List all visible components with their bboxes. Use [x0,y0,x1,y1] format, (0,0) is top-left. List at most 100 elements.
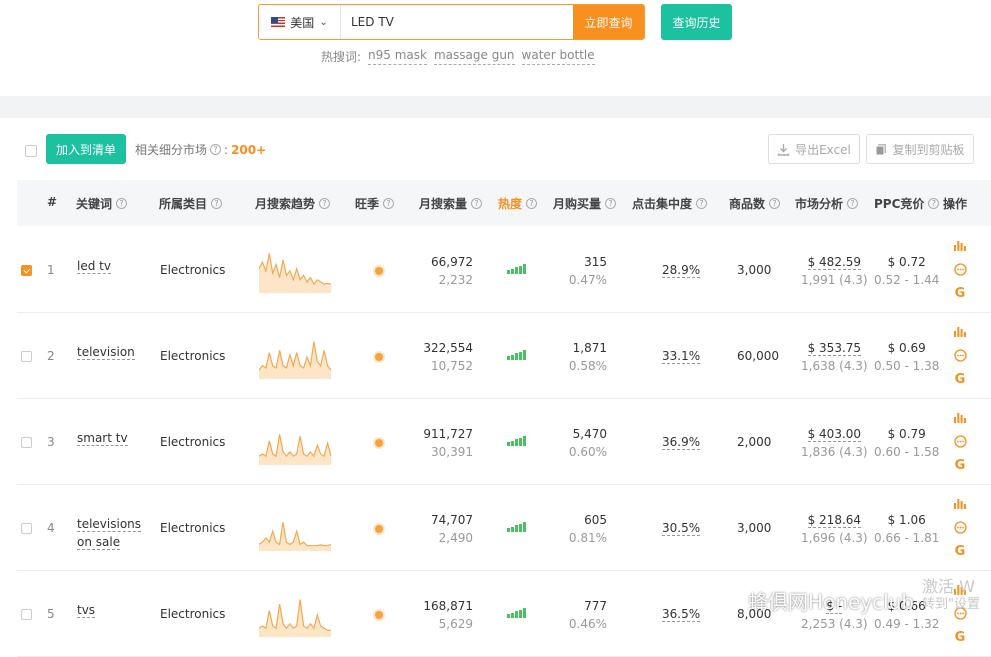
help-icon[interactable]: ? [319,198,331,209]
ppc-bid: $ 1.06 0.66 - 1.81 [874,513,939,545]
keyword-link[interactable]: televisions on sale [77,515,147,551]
google-icon[interactable]: G [953,629,967,645]
trend-sparkline[interactable] [259,335,331,379]
chart-icon[interactable] [953,237,967,253]
heat-bar [507,270,510,275]
chart-icon[interactable] [953,495,967,511]
export-excel-label: 导出Excel [795,142,851,157]
click-concentration[interactable]: 36.5% [662,607,701,622]
trend-sparkline[interactable] [259,507,331,551]
chart-icon[interactable] [953,409,967,425]
market-reviews: 1,638 (4.3) [801,359,868,373]
season-indicator-icon[interactable] [375,353,383,361]
help-icon[interactable]: ? [928,198,940,209]
table-row[interactable]: 2 television Electronics 322,554 10,752 … [17,313,991,399]
google-icon[interactable]: G [953,285,967,301]
more-icon[interactable] [953,347,967,363]
category: Electronics [160,349,226,363]
season-indicator-icon[interactable] [375,267,383,275]
help-icon[interactable]: ? [696,198,708,209]
more-icon[interactable] [953,261,967,277]
col-ppc[interactable]: PPC竞价? [874,195,940,212]
click-concentration[interactable]: 36.9% [662,435,701,450]
help-icon[interactable]: ? [383,198,395,209]
export-excel-button[interactable]: 导出Excel [768,134,860,164]
col-click[interactable]: 点击集中度? [632,195,708,212]
row-checkbox[interactable] [21,437,32,448]
help-icon[interactable]: ? [605,198,617,209]
market-analysis[interactable]: $ 403.00 1,836 (4.3) [801,427,868,459]
click-concentration[interactable]: 33.1% [662,349,701,364]
row-checkbox[interactable] [21,265,32,276]
chart-icon[interactable] [953,323,967,339]
google-icon[interactable]: G [953,543,967,559]
col-volume[interactable]: 月搜索量? [419,195,483,212]
search-volume-value: 74,707 [431,513,473,527]
more-icon[interactable] [953,519,967,535]
trend-sparkline[interactable] [259,593,331,637]
row-checkbox[interactable] [21,523,32,534]
keyword-text: led tv [77,259,111,274]
col-sales[interactable]: 月购买量? [553,195,617,212]
search-submit-button[interactable]: 立即查询 [573,5,644,39]
table-row[interactable]: 4 televisions on sale Electronics 74,707… [17,485,991,571]
keyword-text: tvs [77,603,96,618]
col-market[interactable]: 市场分析? [795,195,859,212]
table-row[interactable]: 1 led tv Electronics 66,972 2,232 315 0.… [17,227,991,313]
keyword-link[interactable]: tvs [77,601,147,619]
row-actions: G [953,237,967,301]
table-row[interactable]: 3 smart tv Electronics 911,727 30,391 5,… [17,399,991,485]
add-to-list-button[interactable]: 加入到清单 [46,134,126,164]
purchase-volume-value: 1,871 [572,341,607,355]
help-icon[interactable]: ? [471,198,483,209]
us-flag-icon [271,17,286,27]
row-checkbox[interactable] [21,609,32,620]
keyword-text: televisions on sale [77,517,142,550]
purchase-volume: 315 0.47% [569,255,607,287]
market-analysis[interactable]: $ 482.59 1,991 (4.3) [801,255,868,287]
help-icon[interactable]: ? [847,198,859,209]
search-history-button[interactable]: 查询历史 [661,4,732,40]
related-markets-count[interactable]: 200+ [231,143,266,157]
help-icon[interactable]: ? [116,198,128,209]
market-analysis[interactable]: $ 353.75 1,638 (4.3) [801,341,868,373]
help-icon[interactable]: ? [210,144,222,155]
market-reviews: 1,836 (4.3) [801,445,868,459]
purchase-rate: 0.58% [568,359,607,373]
season-indicator-icon[interactable] [375,611,383,619]
google-icon[interactable]: G [953,371,967,387]
keyword-link[interactable]: smart tv [77,429,147,447]
col-heat[interactable]: 热度? [498,195,538,212]
market-analysis[interactable]: $ 218.64 1,696 (4.3) [801,513,868,545]
col-category[interactable]: 所属类目? [159,195,223,212]
trend-sparkline[interactable] [259,249,331,293]
google-icon[interactable]: G [953,457,967,473]
trend-sparkline[interactable] [259,421,331,465]
copy-clipboard-button[interactable]: 复制到剪贴板 [866,134,974,164]
product-count: 60,000 [737,349,779,363]
keyword-link[interactable]: television [77,343,147,361]
help-icon[interactable]: ? [526,198,538,209]
click-concentration[interactable]: 28.9% [662,263,701,278]
help-icon[interactable]: ? [211,198,223,209]
search-volume-value: 322,554 [423,341,473,355]
search-input[interactable] [341,5,573,39]
col-products[interactable]: 商品数? [729,195,781,212]
category: Electronics [160,263,226,277]
hot-term-link[interactable]: massage gun [433,48,515,65]
keyword-link[interactable]: led tv [77,257,147,275]
hot-term-link[interactable]: n95 mask [368,48,427,65]
help-icon[interactable]: ? [769,198,781,209]
col-trend[interactable]: 月搜索趋势? [255,195,331,212]
click-concentration[interactable]: 30.5% [662,521,701,536]
col-keyword[interactable]: 关键词? [76,195,128,212]
season-indicator-icon[interactable] [375,439,383,447]
country-select[interactable]: 美国 ⌄ [259,5,341,39]
more-icon[interactable] [953,433,967,449]
season-indicator-icon[interactable] [375,525,383,533]
hot-term-link[interactable]: water bottle [521,48,595,65]
row-checkbox[interactable] [21,351,32,362]
select-all-checkbox[interactable] [25,145,37,157]
purchase-volume-value: 315 [584,255,607,269]
col-season[interactable]: 旺季? [355,195,395,212]
